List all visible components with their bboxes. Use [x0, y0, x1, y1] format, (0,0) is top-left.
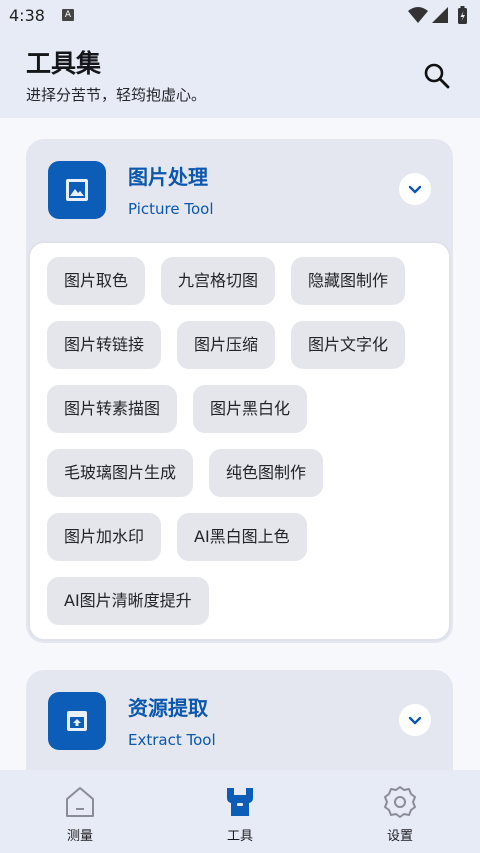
- chevron-down-icon: [408, 716, 422, 725]
- tool-chip[interactable]: 隐藏图制作: [291, 257, 406, 305]
- sim-icon: A: [62, 9, 74, 21]
- section-title: 资源提取: [128, 696, 208, 720]
- search-button[interactable]: [422, 61, 452, 91]
- home-icon: [66, 787, 94, 817]
- tools-icon: [227, 788, 253, 816]
- tool-chip[interactable]: 图片转链接: [47, 321, 162, 369]
- archive-icon: [48, 692, 106, 750]
- tool-chip[interactable]: 九宫格切图: [161, 257, 276, 305]
- tool-chip[interactable]: AI黑白图上色: [177, 513, 307, 561]
- page-title: 工具集: [26, 49, 102, 78]
- signal-icon: [432, 7, 448, 23]
- nav-label: 测量: [66, 829, 93, 844]
- section-subtitle: Picture Tool: [128, 200, 214, 218]
- section-subtitle: Extract Tool: [128, 731, 216, 749]
- tool-panel: 图片取色 九宫格切图 隐藏图制作 图片转链接 图片压缩 图片文字化 图片转素描图…: [28, 241, 451, 641]
- gear-icon: [384, 786, 416, 818]
- chevron-down-icon: [408, 185, 422, 194]
- picture-icon: [48, 161, 106, 219]
- tool-list: 图片取色 九宫格切图 隐藏图制作 图片转链接 图片压缩 图片文字化 图片转素描图…: [47, 257, 437, 625]
- tool-chip[interactable]: 毛玻璃图片生成: [47, 449, 194, 497]
- status-icons: [408, 6, 472, 30]
- tool-chip[interactable]: 图片转素描图: [47, 385, 178, 433]
- nav-label: 设置: [386, 829, 413, 844]
- tool-chip[interactable]: 图片加水印: [47, 513, 162, 561]
- tool-chip[interactable]: AI图片清晰度提升: [47, 577, 209, 625]
- search-icon: [424, 63, 450, 89]
- status-bar: 4:38 A: [0, 0, 480, 34]
- tool-chip[interactable]: 图片文字化: [291, 321, 406, 369]
- section-title: 图片处理: [128, 165, 208, 189]
- tool-chip[interactable]: 图片黑白化: [193, 385, 308, 433]
- nav-item-measure[interactable]: 测量: [0, 770, 160, 853]
- tool-chip[interactable]: 图片取色: [47, 257, 146, 305]
- bottom-navigation: 测量 工具 设置: [0, 770, 480, 853]
- section-picture-tool: 图片处理 Picture Tool 图片取色 九宫格切图 隐藏图制作 图片转链接…: [26, 139, 453, 643]
- collapse-button[interactable]: [399, 173, 431, 205]
- tool-chip[interactable]: 纯色图制作: [209, 449, 324, 497]
- page-subtitle: 进择分苦节，轻筠抱虚心。: [26, 86, 207, 104]
- expand-button[interactable]: [399, 704, 431, 736]
- battery-icon: [458, 6, 467, 24]
- nav-item-settings[interactable]: 设置: [320, 770, 480, 853]
- tool-chip[interactable]: 图片压缩: [177, 321, 276, 369]
- nav-label: 工具: [226, 829, 253, 844]
- nav-item-tools[interactable]: 工具: [160, 770, 320, 853]
- status-time: 4:38: [9, 6, 45, 25]
- wifi-icon: [408, 7, 428, 23]
